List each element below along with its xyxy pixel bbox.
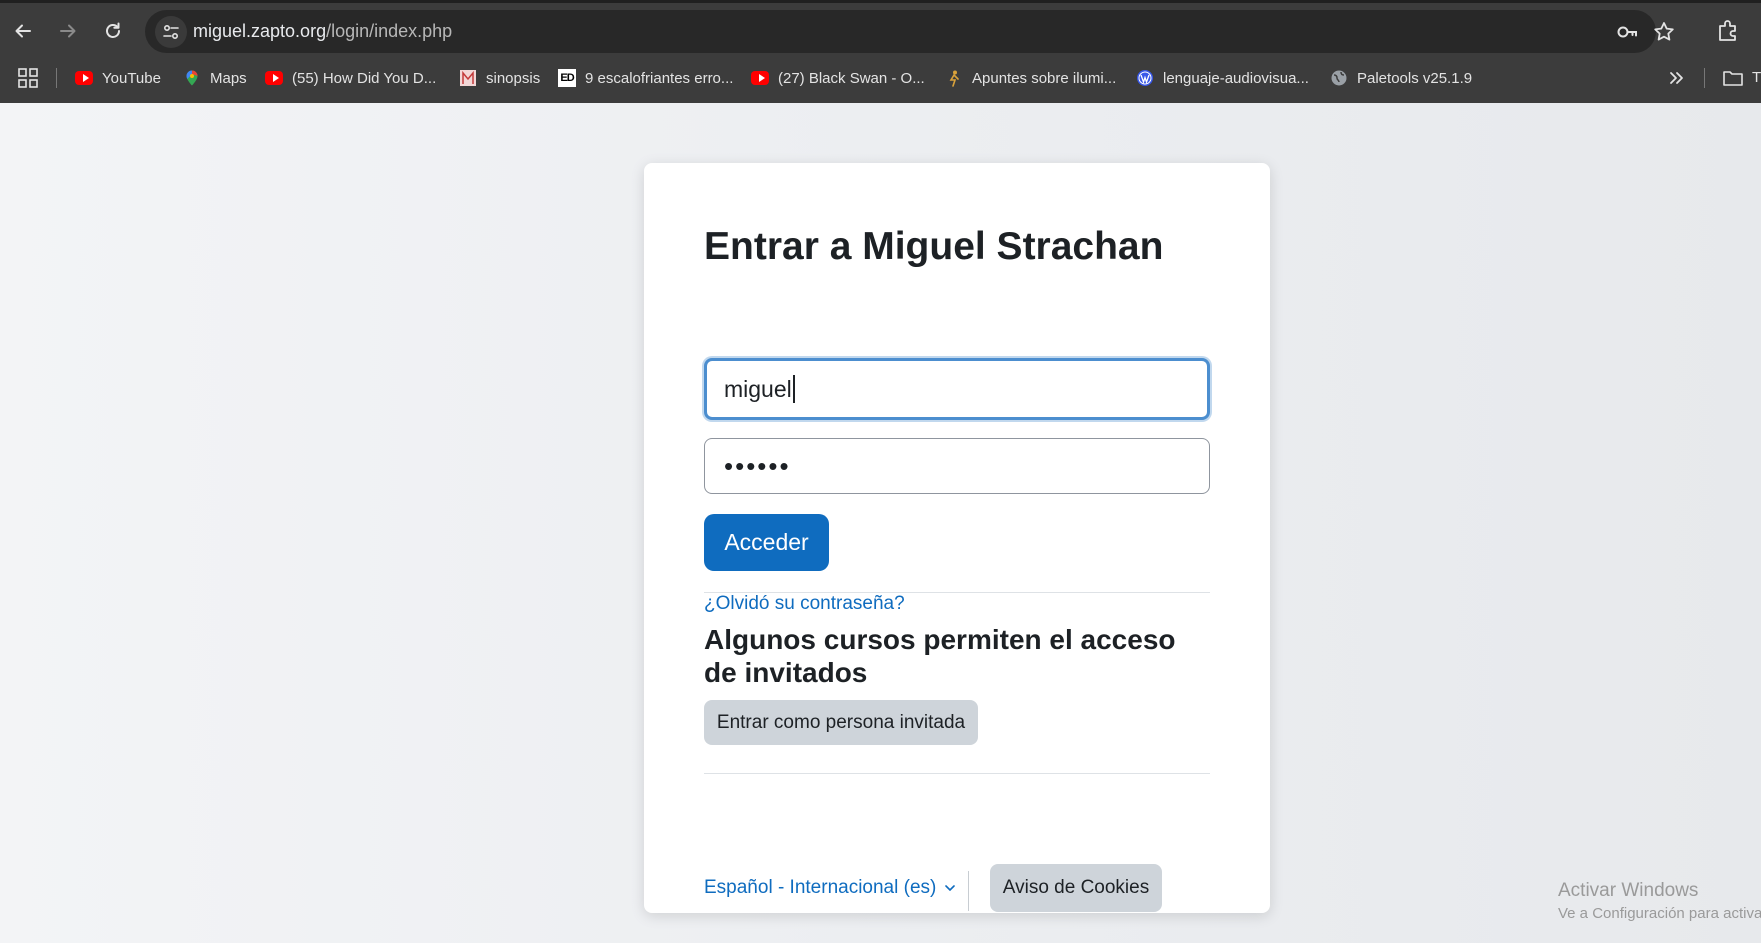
youtube-icon [265,69,283,87]
password-key-icon[interactable] [1615,20,1639,44]
chevron-down-icon [945,885,956,891]
bookmark-label: lenguaje-audiovisua... [1163,69,1309,87]
language-selector[interactable]: Español - Internacional (es) [704,877,956,899]
page-body: Entrar a Miguel Strachan miguel •••••• A… [0,103,1761,943]
guest-login-button[interactable]: Entrar como persona invitada [704,700,978,745]
reload-button[interactable] [96,14,130,48]
password-input[interactable]: •••••• [704,438,1210,494]
chevron-double-right-icon[interactable] [1665,67,1687,89]
guest-access-heading: Algunos cursos permiten el acceso de inv… [704,624,1176,688]
bookmark-favicon [459,69,477,87]
bookmark-sinopsis[interactable]: sinopsis [459,66,540,90]
browser-chrome: miguel.zapto.org/login/index.php YouTube [0,0,1761,103]
divider [704,592,1210,593]
tune-icon [163,24,179,40]
site-info-button[interactable] [155,16,187,48]
text-caret [792,375,795,403]
bookmark-how-did-you[interactable]: (55) How Did You D... [265,66,436,90]
bookmark-star-icon[interactable] [1652,20,1676,44]
forgot-password-link[interactable]: ¿Olvidó su contraseña? [704,593,905,615]
apps-grid-icon[interactable] [17,67,39,89]
bookmark-folder-label[interactable]: T [1752,69,1761,86]
forward-button[interactable] [51,14,85,48]
bookmark-maps[interactable]: Maps [183,66,247,90]
folder-icon[interactable] [1722,67,1744,89]
url-path: /login/index.php [326,21,453,41]
maps-pin-icon [183,69,201,87]
bookmarks-divider [56,68,57,88]
footer-divider [968,871,969,911]
bookmark-label: Apuntes sobre ilumi... [972,69,1117,87]
arrow-left-icon [15,24,31,38]
globe-icon [1330,69,1348,87]
language-label: Español - Internacional (es) [704,877,937,898]
bookmark-label: (27) Black Swan - O... [778,69,925,87]
bookmark-paletools[interactable]: Paletools v25.1.9 [1330,66,1472,90]
cookies-notice-button[interactable]: Aviso de Cookies [990,864,1162,912]
watermark-title: Activar Windows [1558,880,1699,901]
username-input[interactable]: miguel [704,358,1210,420]
address-bar[interactable]: miguel.zapto.org/login/index.php [145,10,1674,53]
bookmark-label: Paletools v25.1.9 [1357,69,1473,87]
bookmark-label: Maps [210,69,247,87]
username-value: miguel [724,375,792,402]
bookmark-label: 9 escalofriantes erro... [585,69,734,87]
bookmark-label: sinopsis [486,69,541,87]
bookmarks-bar: YouTube Maps (55) How Did You D... sinop… [0,62,1761,92]
bookmark-escalofriantes[interactable]: ED 9 escalofriantes erro... [558,66,733,90]
bookmark-apuntes[interactable]: Apuntes sobre ilumi... [945,66,1116,90]
ed-favicon: ED [558,69,576,87]
reload-icon [106,22,120,38]
url-text: miguel.zapto.org/login/index.php [193,21,452,42]
bookmark-lenguaje[interactable]: lenguaje-audiovisua... [1136,66,1309,90]
youtube-icon [751,69,769,87]
figure-favicon [945,69,963,87]
watermark-subtitle: Ve a Configuración para activar Windows. [1558,905,1761,922]
extensions-icon[interactable] [1715,18,1741,44]
url-host: miguel.zapto.org [193,21,327,41]
wordpress-icon [1136,69,1154,87]
divider [704,773,1210,774]
bookmarks-divider [1704,68,1705,88]
password-value: •••••• [724,450,791,481]
windows-activation-watermark: Activar Windows Ve a Configuración para … [1558,880,1761,922]
bookmark-label: (55) How Did You D... [292,69,437,87]
bookmark-youtube[interactable]: YouTube [75,66,161,90]
arrow-right-icon [60,24,76,38]
login-title: Entrar a Miguel Strachan [704,225,1164,268]
login-card: Entrar a Miguel Strachan miguel •••••• A… [644,163,1270,913]
login-submit-button[interactable]: Acceder [704,514,829,571]
tab-strip-edge [0,0,1761,3]
bookmark-label: YouTube [102,69,161,87]
youtube-icon [75,69,93,87]
back-button[interactable] [6,14,40,48]
bookmark-black-swan[interactable]: (27) Black Swan - O... [751,66,925,90]
